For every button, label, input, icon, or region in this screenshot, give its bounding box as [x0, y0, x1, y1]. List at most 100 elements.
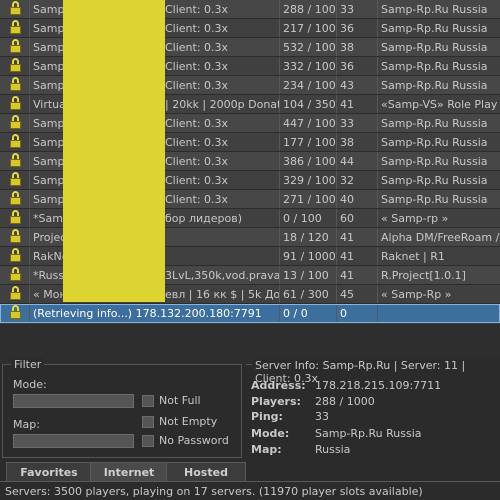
server-row[interactable]: (Retrieving info...) 178.132.200.180:779…: [0, 304, 500, 323]
lock-icon: [10, 190, 21, 205]
server-players: 271 / 1000: [280, 190, 337, 208]
tab-bar: Favorites Internet Hosted: [0, 460, 500, 482]
ping-value: 33: [315, 410, 329, 423]
server-mode: « Samp-Rp »: [381, 288, 452, 301]
lock-cell: [0, 266, 30, 284]
status-bar: Servers: 3500 players, playing on 17 ser…: [0, 484, 500, 500]
lock-cell: [0, 209, 30, 227]
server-name: (Retrieving info...) 178.132.200.180:779…: [30, 304, 280, 322]
server-ping: 36: [337, 57, 378, 75]
server-ping: 41: [337, 95, 378, 113]
server-mode: [378, 304, 500, 322]
tab-hosted[interactable]: Hosted: [166, 462, 246, 482]
lock-cell: [0, 114, 30, 132]
lock-cell: [0, 95, 30, 113]
tab-favorites[interactable]: Favorites: [6, 462, 92, 482]
server-ping: 60: [337, 209, 378, 227]
server-mode: Samp-Rp.Ru Russia: [381, 22, 488, 35]
lock-icon: [10, 171, 21, 186]
server-ping: 45: [337, 285, 378, 303]
not-full-label: Not Full: [159, 394, 201, 407]
panel-divider: [0, 324, 500, 364]
server-mode: Samp-Rp.Ru Russia: [381, 136, 488, 149]
server-players: 329 / 1000: [280, 171, 337, 189]
lock-icon: [10, 114, 21, 129]
server-players: 288 / 1000: [280, 0, 337, 18]
server-ping: 44: [337, 152, 378, 170]
server-ping: 0: [337, 304, 378, 322]
mode-value: Samp-Rp.Ru Russia: [315, 427, 422, 440]
lock-icon: [10, 247, 21, 262]
mode-label: Mode:: [251, 427, 290, 440]
server-players: 18 / 120: [280, 228, 337, 246]
server-ping: 40: [337, 190, 378, 208]
server-info-panel: Server Info: Samp-Rp.Ru | Server: 11 | C…: [246, 359, 500, 458]
server-players: 13 / 100: [280, 266, 337, 284]
redaction-block: [63, 0, 165, 302]
server-players: 0 / 100: [280, 209, 337, 227]
map-label: Map:: [251, 443, 282, 456]
server-ping: 32: [337, 171, 378, 189]
server-mode: Samp-Rp.Ru Russia: [381, 193, 488, 206]
lock-icon: [10, 133, 21, 148]
server-players: 386 / 1000: [280, 152, 337, 170]
lock-icon: [10, 0, 21, 15]
map-label: Map:: [13, 418, 40, 431]
server-players: 332 / 1000: [280, 57, 337, 75]
server-ping: 38: [337, 38, 378, 56]
address-label: Address:: [251, 379, 306, 392]
lock-icon: [10, 57, 21, 72]
tab-internet[interactable]: Internet: [90, 462, 168, 482]
ping-label: Ping:: [251, 410, 283, 423]
lock-cell: [0, 152, 30, 170]
lock-icon: [10, 76, 21, 91]
lock-cell: [0, 0, 30, 18]
server-ping: 41: [337, 228, 378, 246]
checkbox-box[interactable]: [142, 434, 154, 447]
server-mode: Raknet | R1: [381, 250, 445, 263]
lock-cell: [0, 57, 30, 75]
lock-cell: [0, 247, 30, 265]
map-filter-input[interactable]: [13, 434, 134, 448]
players-value: 288 / 1000: [315, 395, 375, 408]
server-mode: «Samp-VS» Role Play: [381, 98, 498, 111]
filter-panel: Filter Mode: Map: Not Full Not Empty No …: [2, 358, 242, 458]
lock-cell: [0, 133, 30, 151]
lock-icon: [10, 285, 21, 300]
server-players: 532 / 1000: [280, 38, 337, 56]
lock-icon: [10, 266, 21, 281]
server-players: 217 / 1000: [280, 19, 337, 37]
server-ping: 41: [337, 266, 378, 284]
lock-cell: [0, 76, 30, 94]
lock-cell: [0, 19, 30, 37]
not-empty-checkbox[interactable]: Not Empty: [142, 415, 217, 428]
server-players: 234 / 1000: [280, 76, 337, 94]
server-mode: Samp-Rp.Ru Russia: [381, 3, 488, 16]
not-empty-label: Not Empty: [159, 415, 218, 428]
server-mode: Samp-Rp.Ru Russia: [381, 174, 488, 187]
server-mode: Samp-Rp.Ru Russia: [381, 155, 488, 168]
server-ping: 41: [337, 247, 378, 265]
lock-icon: [10, 304, 21, 319]
no-password-checkbox[interactable]: No Password: [142, 434, 229, 447]
server-mode: Samp-Rp.Ru Russia: [381, 60, 488, 73]
server-ping: 36: [337, 19, 378, 37]
filter-title: Filter: [11, 358, 45, 371]
checkbox-box[interactable]: [142, 394, 154, 407]
server-players: 91 / 1000: [280, 247, 337, 265]
server-players: 177 / 1000: [280, 133, 337, 151]
server-ping: 43: [337, 76, 378, 94]
server-players: 0 / 0: [280, 304, 337, 322]
lock-cell: [0, 285, 30, 303]
map-value: Russia: [315, 443, 351, 456]
mode-filter-input[interactable]: [13, 394, 134, 408]
server-ping: 38: [337, 133, 378, 151]
checkbox-box[interactable]: [142, 415, 154, 428]
server-players: 447 / 1000: [280, 114, 337, 132]
server-players: 104 / 350: [280, 95, 337, 113]
server-mode: Samp-Rp.Ru Russia: [381, 79, 488, 92]
mode-label: Mode:: [13, 378, 47, 391]
not-full-checkbox[interactable]: Not Full: [142, 394, 201, 407]
lock-cell: [0, 171, 30, 189]
tab-underline: [0, 481, 500, 482]
